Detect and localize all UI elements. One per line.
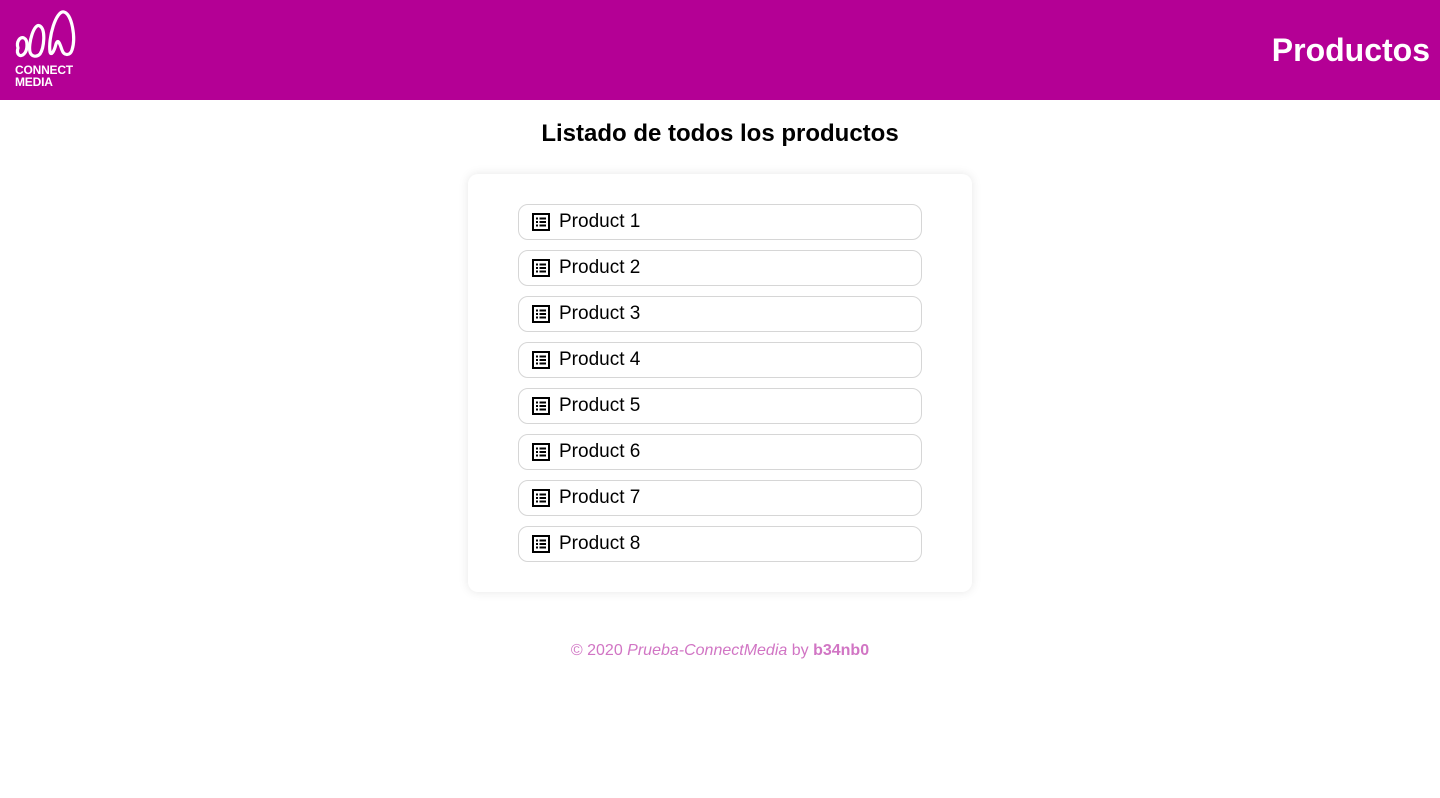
product-list: Product 1 Product 2 Product 3 Product 4 Prod…: [518, 204, 922, 562]
product-item-label: Product 5: [559, 395, 641, 416]
logo-line-media: MEDIA: [15, 75, 53, 89]
page: CONNECT MEDIA Productos Listado de todos…: [0, 0, 1440, 798]
connect-media-logo[interactable]: CONNECT MEDIA: [14, 8, 80, 92]
product-list-card: Product 1 Product 2 Product 3 Product 4 Prod…: [468, 174, 972, 592]
list-alt-icon: [532, 535, 550, 553]
product-item-label: Product 3: [559, 303, 641, 324]
list-alt-icon: [532, 397, 550, 415]
product-list-item[interactable]: Product 7: [518, 480, 922, 516]
footer-copyright: © 2020: [570, 642, 623, 659]
product-item-label: Product 8: [559, 533, 641, 554]
product-list-item[interactable]: Product 4: [518, 342, 922, 378]
product-list-item[interactable]: Product 6: [518, 434, 922, 470]
product-list-item[interactable]: Product 3: [518, 296, 922, 332]
logo-wordmark: CONNECT MEDIA: [15, 64, 73, 88]
footer-author-link[interactable]: b34nb0: [813, 642, 869, 659]
product-item-label: Product 7: [559, 487, 641, 508]
logo-mark-icon: [15, 10, 76, 58]
product-list-item[interactable]: Product 5: [518, 388, 922, 424]
list-alt-icon: [532, 443, 550, 461]
footer-project-link[interactable]: Prueba-ConnectMedia: [627, 642, 787, 659]
list-alt-icon: [532, 259, 550, 277]
list-alt-icon: [532, 489, 550, 507]
product-list-item[interactable]: Product 8: [518, 526, 922, 562]
header-bar: CONNECT MEDIA Productos: [0, 0, 1440, 100]
product-list-item[interactable]: Product 1: [518, 204, 922, 240]
footer: © 2020 Prueba-ConnectMedia by b34nb0: [0, 640, 1440, 662]
page-title: Productos: [1271, 32, 1430, 68]
footer-by: by: [791, 642, 809, 659]
list-alt-icon: [532, 351, 550, 369]
list-alt-icon: [532, 213, 550, 231]
product-item-label: Product 2: [559, 257, 641, 278]
list-alt-icon: [532, 305, 550, 323]
product-list-item[interactable]: Product 2: [518, 250, 922, 286]
product-list-heading: Listado de todos los productos: [541, 120, 899, 147]
product-item-label: Product 6: [559, 441, 641, 462]
product-item-label: Product 1: [559, 211, 641, 232]
product-item-label: Product 4: [559, 349, 641, 370]
